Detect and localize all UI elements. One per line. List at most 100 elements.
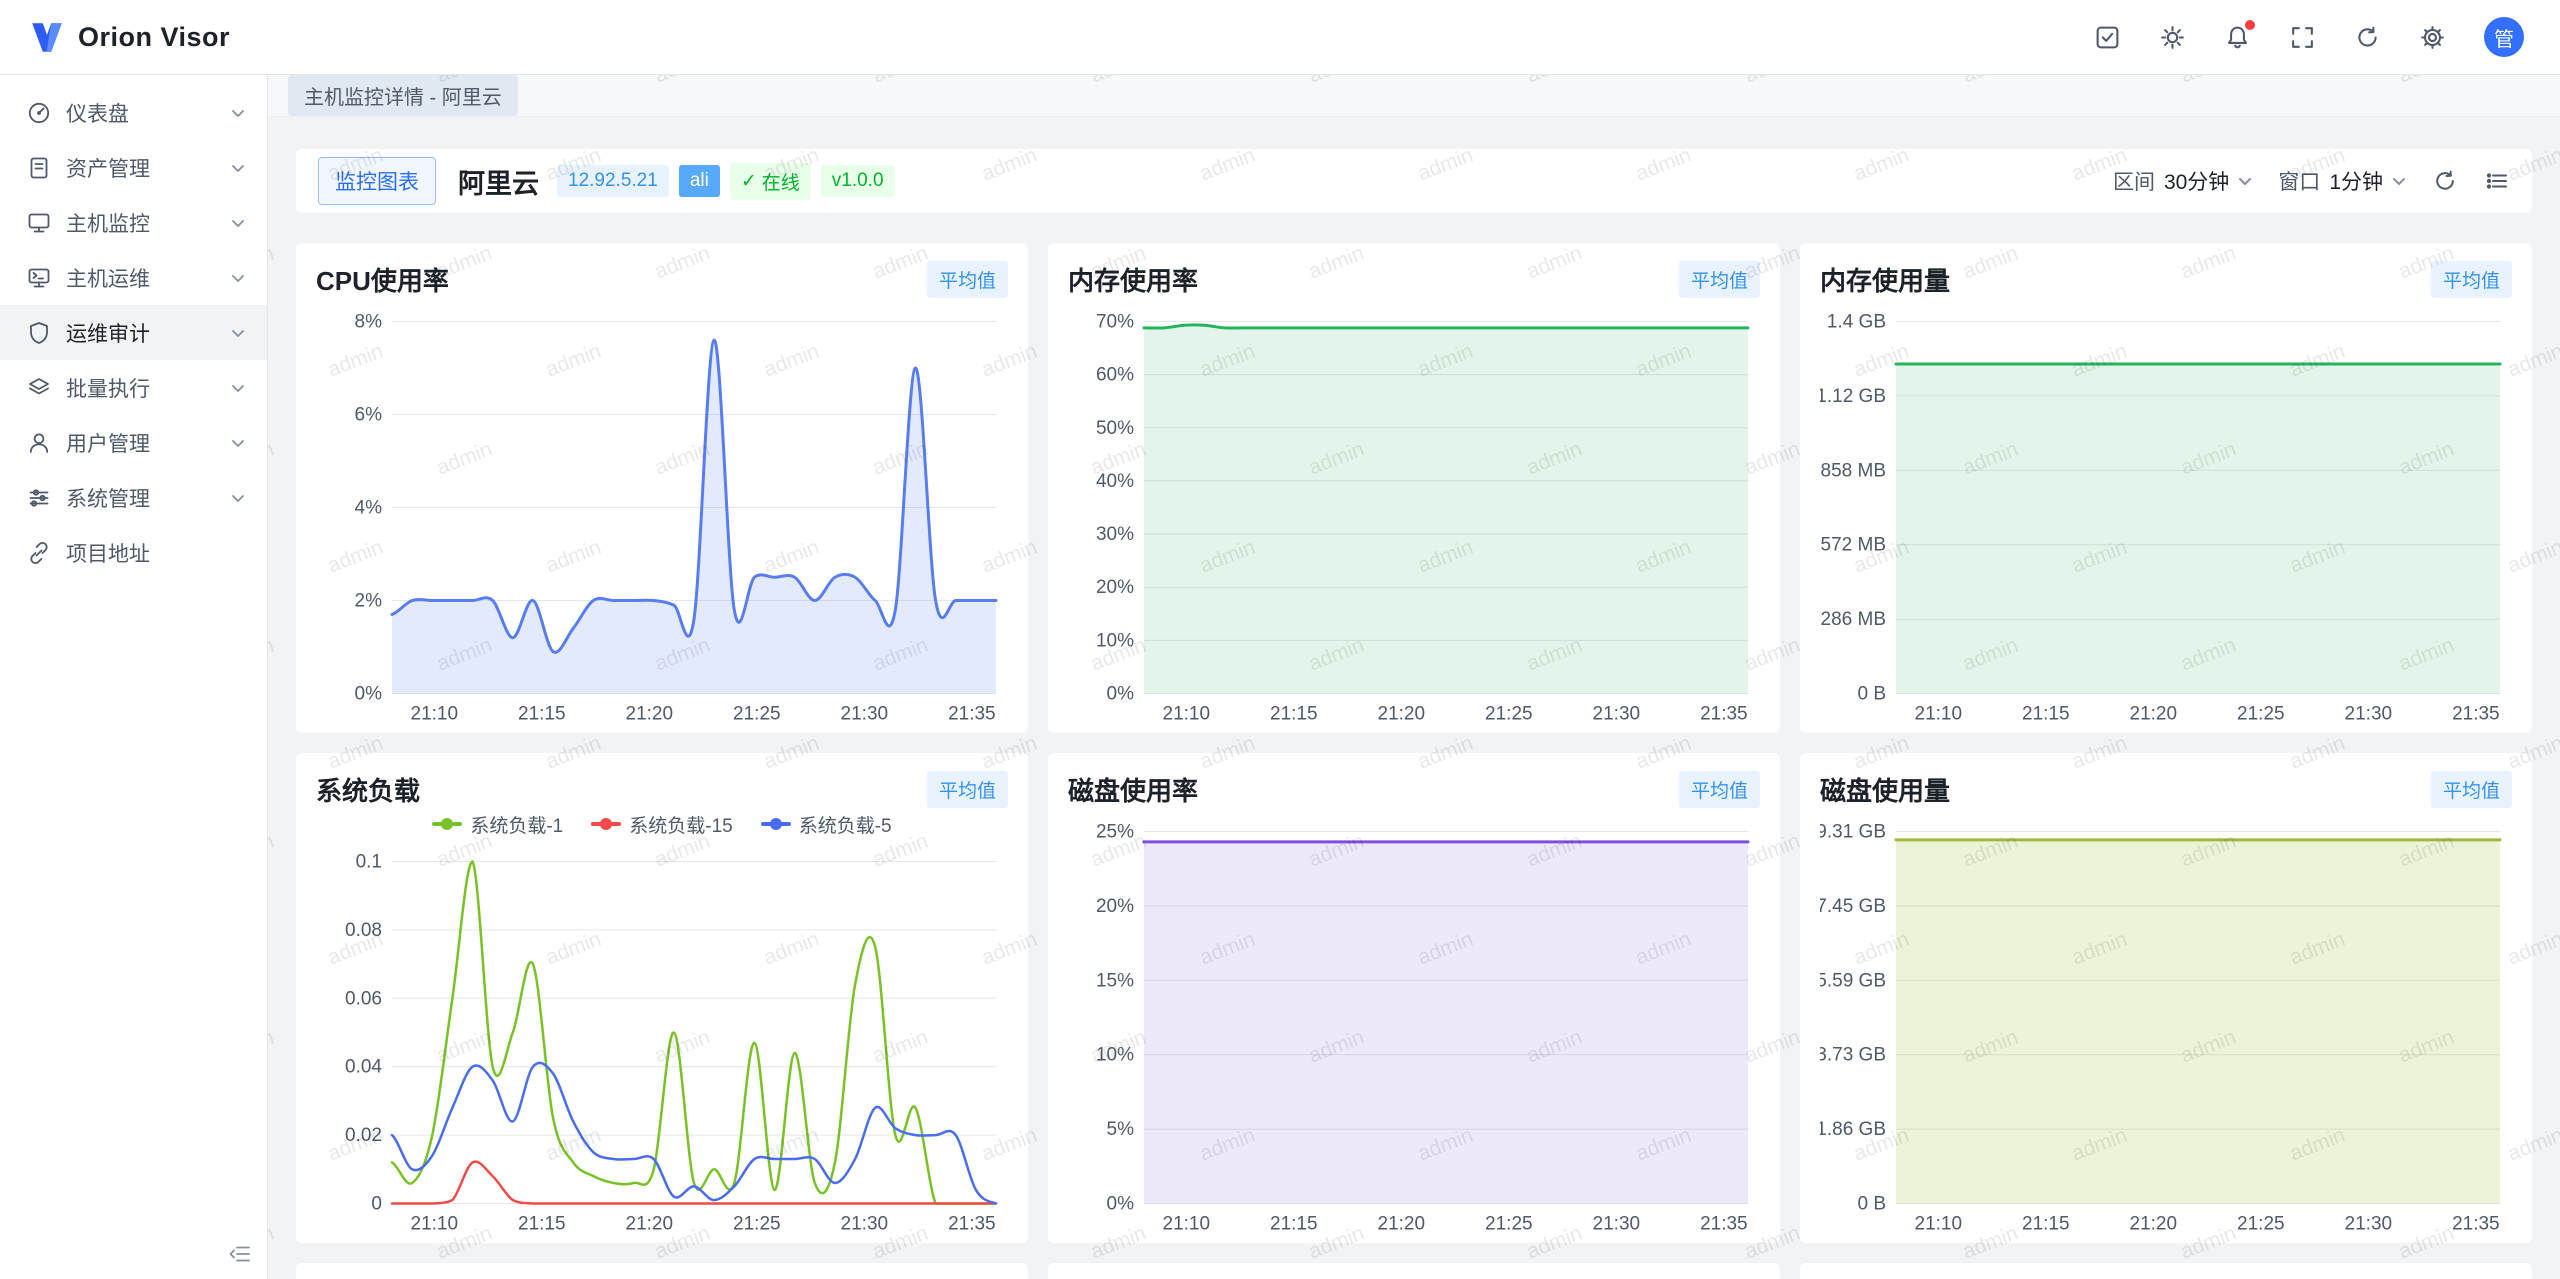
svg-text:21:30: 21:30: [1593, 1214, 1641, 1235]
svg-text:21:15: 21:15: [518, 704, 566, 725]
sidebar-item-project-url[interactable]: 项目地址: [0, 525, 267, 580]
svg-text:21:15: 21:15: [518, 1214, 566, 1235]
notification-bell-icon[interactable]: [2224, 24, 2251, 51]
interval-value: 30分钟: [2164, 166, 2229, 196]
average-badge[interactable]: 平均值: [1679, 771, 1760, 808]
svg-text:21:25: 21:25: [1485, 1214, 1533, 1235]
svg-text:21:35: 21:35: [2452, 1214, 2500, 1235]
host-ip-tag: 12.92.5.21: [557, 165, 669, 197]
legend-item[interactable]: 系统负载-5: [761, 811, 892, 838]
chevron-down-icon: [229, 324, 247, 342]
svg-text:5.59 GB: 5.59 GB: [1820, 970, 1886, 991]
refresh-icon[interactable]: [2354, 24, 2381, 51]
chart-refresh-icon[interactable]: [2432, 168, 2458, 194]
memory-usage-amount-chart[interactable]: 0 B286 MB572 MB858 MB1.12 GB1.4 GB21:102…: [1820, 303, 2512, 728]
monitor-chart-button[interactable]: 监控图表: [318, 157, 436, 205]
chart-list-icon[interactable]: [2484, 168, 2510, 194]
sidebar-item-label: 主机运维: [66, 263, 150, 293]
svg-text:21:25: 21:25: [1485, 704, 1533, 725]
sidebar-item-batch-exec[interactable]: 批量执行: [0, 360, 267, 415]
theme-sun-icon[interactable]: [2159, 24, 2186, 51]
sidebar-collapse-icon[interactable]: [227, 1241, 253, 1267]
chevron-down-icon: [229, 104, 247, 122]
chart-title: CPU使用率: [316, 261, 449, 298]
sidebar-item-host-ops[interactable]: 主机运维: [0, 250, 267, 305]
average-badge[interactable]: 平均值: [2431, 261, 2512, 298]
average-badge[interactable]: 平均值: [927, 261, 1008, 298]
chart-title: 磁盘使用量: [1820, 771, 1950, 808]
host-name: 阿里云: [458, 162, 539, 201]
svg-text:2%: 2%: [355, 591, 383, 612]
fullscreen-icon[interactable]: [2289, 24, 2316, 51]
chevron-down-icon: [2392, 175, 2406, 187]
settings-gear-icon[interactable]: [2419, 24, 2446, 51]
svg-text:30%: 30%: [1096, 524, 1134, 545]
svg-text:15%: 15%: [1096, 970, 1134, 991]
svg-text:0%: 0%: [1107, 684, 1135, 705]
link-icon: [26, 540, 52, 566]
svg-text:21:35: 21:35: [948, 704, 996, 725]
svg-text:0%: 0%: [1107, 1194, 1135, 1215]
svg-text:21:10: 21:10: [1163, 1214, 1211, 1235]
svg-text:21:20: 21:20: [1378, 704, 1426, 725]
svg-text:1.12 GB: 1.12 GB: [1820, 386, 1886, 407]
svg-text:21:15: 21:15: [2022, 704, 2070, 725]
chevron-down-icon: [229, 434, 247, 452]
svg-text:20%: 20%: [1096, 577, 1134, 598]
svg-text:1.86 GB: 1.86 GB: [1820, 1119, 1886, 1140]
disk-usage-amount-chart[interactable]: 0 B1.86 GB3.73 GB5.59 GB7.45 GB9.31 GB21…: [1820, 813, 2512, 1238]
svg-text:5%: 5%: [1107, 1119, 1135, 1140]
svg-text:21:15: 21:15: [1270, 1214, 1318, 1235]
svg-text:21:30: 21:30: [2345, 704, 2393, 725]
disk-usage-rate-chart[interactable]: 0%5%10%15%20%25%21:1021:1521:2021:2521:3…: [1068, 813, 1760, 1238]
sidebar-item-dashboard[interactable]: 仪表盘: [0, 85, 267, 140]
svg-text:21:10: 21:10: [1915, 1214, 1963, 1235]
svg-text:21:10: 21:10: [411, 1214, 459, 1235]
average-badge[interactable]: 平均值: [1679, 261, 1760, 298]
svg-text:21:20: 21:20: [1378, 1214, 1426, 1235]
sidebar-item-assets[interactable]: 资产管理: [0, 140, 267, 195]
legend-item[interactable]: 系统负载-15: [591, 811, 732, 838]
legend-item[interactable]: 系统负载-1: [432, 811, 563, 838]
app-logo[interactable]: Orion Visor: [28, 18, 230, 56]
svg-text:6%: 6%: [355, 405, 383, 426]
chevron-down-icon: [229, 489, 247, 507]
check-icon: ✓: [741, 170, 757, 193]
interval-select[interactable]: 区间 30分钟: [2113, 166, 2252, 196]
memory-usage-rate-chart[interactable]: 0%10%20%30%40%50%60%70%21:1021:1521:2021…: [1068, 303, 1760, 728]
average-badge[interactable]: 平均值: [2431, 771, 2512, 808]
chart-legend: 系统负载-1 系统负载-15 系统负载-5: [316, 809, 1008, 839]
tab-host-monitor-detail[interactable]: 主机监控详情 - 阿里云: [288, 75, 518, 116]
svg-text:10%: 10%: [1096, 1045, 1134, 1066]
dashboard-icon: [26, 100, 52, 126]
sidebar-item-label: 用户管理: [66, 428, 150, 458]
system-load-chart[interactable]: 00.020.040.060.080.121:1021:1521:2021:25…: [316, 843, 1008, 1238]
chart-title: 内存使用率: [1068, 261, 1198, 298]
svg-text:286 MB: 286 MB: [1821, 609, 1886, 630]
sidebar-item-system-management[interactable]: 系统管理: [0, 470, 267, 525]
main-content: 主机监控详情 - 阿里云 监控图表 阿里云 12.92.5.21 ali ✓ 在…: [268, 75, 2560, 1279]
svg-text:9.31 GB: 9.31 GB: [1820, 822, 1886, 843]
chart-title: 系统负载: [316, 771, 420, 808]
check-square-icon[interactable]: [2094, 24, 2121, 51]
svg-text:25%: 25%: [1096, 822, 1134, 843]
svg-text:0%: 0%: [355, 684, 383, 705]
user-avatar[interactable]: 管: [2484, 17, 2524, 57]
sidebar-item-host-monitoring[interactable]: 主机监控: [0, 195, 267, 250]
host-ops-icon: [26, 265, 52, 291]
svg-text:21:35: 21:35: [948, 1214, 996, 1235]
chart-card-partial: [1048, 1263, 1780, 1279]
chevron-down-icon: [229, 159, 247, 177]
svg-text:0 B: 0 B: [1857, 1194, 1886, 1215]
tab-bar: 主机监控详情 - 阿里云: [268, 75, 2560, 117]
cpu-usage-chart[interactable]: 0%2%4%6%8%21:1021:1521:2021:2521:3021:35: [316, 303, 1008, 728]
window-select[interactable]: 窗口 1分钟: [2278, 166, 2406, 196]
sidebar-item-user-management[interactable]: 用户管理: [0, 415, 267, 470]
average-badge[interactable]: 平均值: [927, 771, 1008, 808]
svg-text:21:25: 21:25: [2237, 1214, 2285, 1235]
svg-text:21:15: 21:15: [1270, 704, 1318, 725]
sidebar-item-ops-audit[interactable]: 运维审计: [0, 305, 267, 360]
chart-card-cpu-usage: CPU使用率 平均值 0%2%4%6%8%21:1021:1521:2021:2…: [296, 243, 1028, 733]
sidebar-item-label: 资产管理: [66, 153, 150, 183]
status-text: 在线: [762, 168, 800, 195]
